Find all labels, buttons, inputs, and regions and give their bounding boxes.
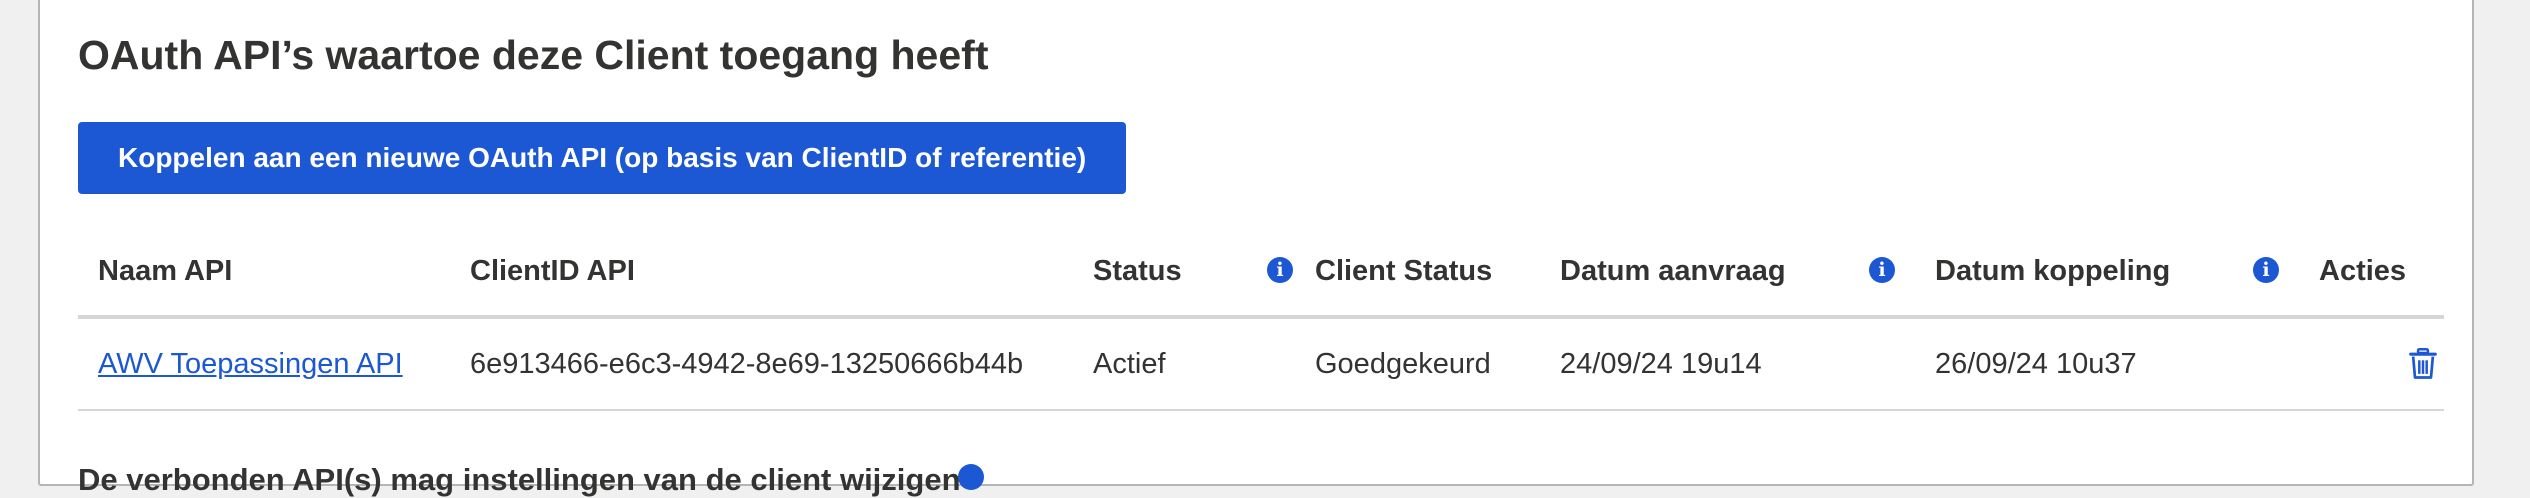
status-cell: Actief [1093, 348, 1166, 380]
section-title: OAuth API’s waartoe deze Client toegang … [78, 32, 989, 78]
header-request-date: Datum aanvraag [1560, 255, 1786, 287]
table-row: AWV Toepassingen API 6e913466-e6c3-4942-… [78, 319, 2444, 411]
table-header: Naam API ClientID API Status i Client St… [78, 228, 2444, 319]
client-status-cell: Goedgekeurd [1315, 348, 1491, 380]
header-client-status: Client Status [1315, 255, 1493, 287]
client-id-cell: 6e913466-e6c3-4942-8e69-13250666b44b [470, 348, 1024, 380]
link-date-info-icon[interactable]: i [2253, 257, 2279, 283]
api-name-link[interactable]: AWV Toepassingen API [98, 348, 403, 380]
link-new-oauth-api-button[interactable]: Koppelen aan een nieuwe OAuth API (op ba… [78, 122, 1127, 194]
header-status: Status [1093, 255, 1182, 287]
api-name-cell: AWV Toepassingen API [98, 319, 403, 409]
header-actions: Acties [2319, 255, 2407, 287]
header-link-date: Datum koppeling [1935, 255, 2171, 287]
status-info-icon[interactable]: i [1267, 257, 1293, 283]
trash-icon[interactable] [2408, 348, 2438, 380]
header-client-id: ClientID API [470, 255, 635, 287]
request-date-info-icon[interactable]: i [1869, 257, 1895, 283]
api-can-modify-settings-label: De verbonden API(s) mag instellingen van… [78, 462, 961, 497]
request-date-cell: 24/09/24 19u14 [1560, 348, 1762, 380]
apis-table: Naam API ClientID API Status i Client St… [78, 228, 2444, 411]
settings-info-icon[interactable] [958, 464, 984, 490]
header-name: Naam API [98, 255, 233, 287]
link-date-cell: 26/09/24 10u37 [1935, 348, 2137, 380]
client-apis-panel: OAuth API’s waartoe deze Client toegang … [38, 0, 2474, 497]
